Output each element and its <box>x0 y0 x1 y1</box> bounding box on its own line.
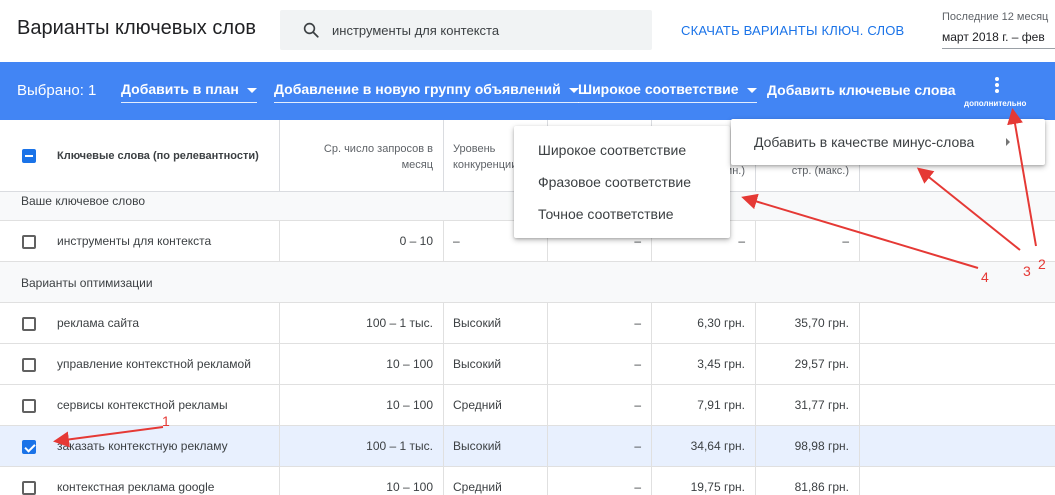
menu-item-exact-match[interactable]: Точное соответствие <box>538 206 674 222</box>
table-row[interactable]: сервисы контекстной рекламы 10 – 100 Сре… <box>0 385 1055 426</box>
competition-cell: Высокий <box>444 426 548 466</box>
searches-cell: 100 – 1 тыс. <box>280 426 444 466</box>
keyword-cell: инструменты для контекста <box>0 221 280 261</box>
bid-low-cell: 3,45 грн. <box>652 344 756 384</box>
match-type-label: Широкое соответствие <box>578 81 739 97</box>
column-header-keyword[interactable]: Ключевые слова (по релевантности) <box>0 120 280 192</box>
column-keyword-label: Ключевые слова (по релевантности) <box>57 150 259 162</box>
match-type-dropdown[interactable]: Широкое соответствие <box>578 81 757 103</box>
annotation-label-1: 1 <box>162 413 170 429</box>
add-to-plan-label: Добавить в план <box>121 81 239 97</box>
search-icon <box>303 22 319 38</box>
page-title: Варианты ключевых слов <box>17 17 256 39</box>
keyword-cell: реклама сайта <box>0 303 280 343</box>
add-keywords-button[interactable]: Добавить ключевые слова <box>767 82 956 98</box>
group-label: Варианты оптимизации <box>21 276 153 290</box>
chevron-right-icon <box>1006 138 1010 146</box>
chevron-down-icon <box>746 87 757 93</box>
table-row[interactable]: управление контекстной рекламой 10 – 100… <box>0 344 1055 385</box>
date-range-caption: Последние 12 месяц <box>942 11 1049 23</box>
table-row[interactable]: контекстная реклама google 10 – 100 Сред… <box>0 467 1055 495</box>
bid-high-cell: – <box>756 221 860 261</box>
searches-cell: 0 – 10 <box>280 221 444 261</box>
row-checkbox[interactable] <box>22 399 36 413</box>
bid-high-cell: 31,77 грн. <box>756 385 860 425</box>
add-to-new-ad-group-dropdown[interactable]: Добавление в новую группу объявлений <box>274 81 579 103</box>
select-all-checkbox[interactable] <box>22 149 36 163</box>
download-keywords-link[interactable]: СКАЧАТЬ ВАРИАНТЫ КЛЮЧ. СЛОВ <box>681 23 904 38</box>
page-header: Варианты ключевых слов СКАЧАТЬ ВАРИАНТЫ … <box>0 0 1055 62</box>
table-row[interactable]: реклама сайта 100 – 1 тыс. Высокий – 6,3… <box>0 303 1055 344</box>
search-input[interactable] <box>332 10 642 50</box>
searches-cell: 10 – 100 <box>280 467 444 495</box>
keyword-cell: управление контекстной рекламой <box>0 344 280 384</box>
match-type-menu: Широкое соответствие Фразовое соответств… <box>514 126 730 238</box>
searches-cell: 10 – 100 <box>280 385 444 425</box>
menu-item-broad-match[interactable]: Широкое соответствие <box>538 142 686 158</box>
menu-item-add-negative-keyword[interactable]: Добавить в качестве минус-слова <box>754 134 974 150</box>
bid-low-cell: 19,75 грн. <box>652 467 756 495</box>
searches-cell: 10 – 100 <box>280 344 444 384</box>
more-label: дополнительно <box>964 99 1027 108</box>
column-bid-high-label: стр. (макс.) <box>791 165 849 177</box>
add-to-plan-dropdown[interactable]: Добавить в план <box>121 81 257 103</box>
table-row-selected[interactable]: заказать контекстную рекламу 100 – 1 тыс… <box>0 426 1055 467</box>
search-box[interactable] <box>280 10 652 50</box>
annotation-label-3: 3 <box>1023 263 1031 279</box>
bid-high-cell: 35,70 грн. <box>756 303 860 343</box>
column-avg-searches-label: Ср. число запросов в месяц <box>323 143 433 171</box>
row-checkbox[interactable] <box>22 317 36 331</box>
competition-cell: Высокий <box>444 344 548 384</box>
group-suggestions: Варианты оптимизации <box>0 262 1055 303</box>
impression-share-cell: – <box>548 426 652 466</box>
add-to-new-ad-group-label: Добавление в новую группу объявлений <box>274 81 561 97</box>
keyword-cell: контекстная реклама google <box>0 467 280 495</box>
bid-low-cell: 6,30 грн. <box>652 303 756 343</box>
more-button[interactable]: дополнительно <box>962 73 1026 113</box>
bid-high-cell: 29,57 грн. <box>756 344 860 384</box>
impression-share-cell: – <box>548 344 652 384</box>
group-label: Ваше ключевое слово <box>21 194 146 208</box>
selection-toolbar: Выбрано: 1 Добавить в план Добавление в … <box>0 62 1055 120</box>
selected-count: Выбрано: 1 <box>17 82 97 99</box>
row-checkbox[interactable] <box>22 358 36 372</box>
impression-share-cell: – <box>548 385 652 425</box>
searches-cell: 100 – 1 тыс. <box>280 303 444 343</box>
row-checkbox-checked[interactable] <box>22 440 36 454</box>
impression-share-cell: – <box>548 467 652 495</box>
bid-low-cell: 34,64 грн. <box>652 426 756 466</box>
chevron-down-icon <box>246 87 257 93</box>
bid-high-cell: 98,98 грн. <box>756 426 860 466</box>
annotation-label-4: 4 <box>981 269 989 285</box>
annotation-label-2: 2 <box>1038 256 1046 272</box>
more-menu: Добавить в качестве минус-слова <box>731 119 1045 165</box>
competition-cell: Средний <box>444 385 548 425</box>
column-header-avg-searches[interactable]: Ср. число запросов в месяц <box>280 120 444 192</box>
bid-high-cell: 81,86 грн. <box>756 467 860 495</box>
menu-item-phrase-match[interactable]: Фразовое соответствие <box>538 174 691 190</box>
competition-cell: Высокий <box>444 303 548 343</box>
row-checkbox[interactable] <box>22 481 36 495</box>
keyword-cell: заказать контекстную рекламу <box>0 426 280 466</box>
keyword-cell: сервисы контекстной рекламы <box>0 385 280 425</box>
bid-low-cell: 7,91 грн. <box>652 385 756 425</box>
date-range-selector[interactable]: март 2018 г. – фев <box>942 30 1055 49</box>
impression-share-cell: – <box>548 303 652 343</box>
more-vert-icon <box>995 77 999 95</box>
competition-cell: Средний <box>444 467 548 495</box>
row-checkbox[interactable] <box>22 235 36 249</box>
